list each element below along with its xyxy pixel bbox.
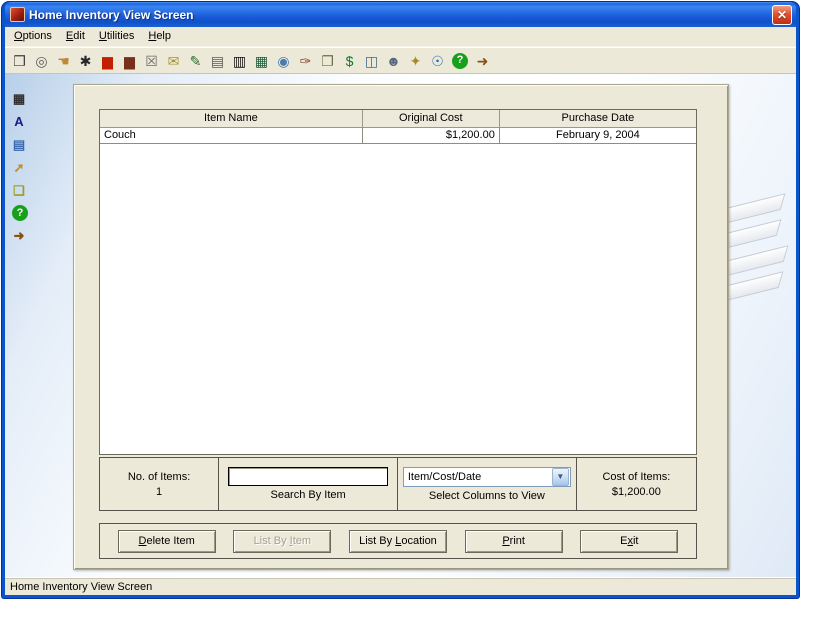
- title-bar: Home Inventory View Screen ✕: [5, 2, 796, 27]
- search-input[interactable]: [228, 467, 388, 486]
- menu-item-utilities[interactable]: Utilities: [92, 28, 141, 45]
- list-by-item-button[interactable]: List By Item: [233, 530, 331, 553]
- cell-item-name: Couch: [100, 127, 362, 143]
- brush-icon[interactable]: ✑: [296, 51, 315, 70]
- menu-label-part: ptions: [23, 30, 52, 42]
- main-panel: Item Name Original Cost Purchase Date Co…: [73, 84, 729, 570]
- search-section: Search By Item: [219, 458, 398, 510]
- archive-icon[interactable]: ❐: [318, 51, 337, 70]
- disc-icon[interactable]: ◉: [274, 51, 293, 70]
- note-icon[interactable]: ▤: [208, 51, 227, 70]
- cell-original-cost: $1,200.00: [362, 127, 499, 143]
- app-icon[interactable]: [10, 7, 25, 22]
- cell-purchase-date: February 9, 2004: [499, 127, 696, 143]
- window: Home Inventory View Screen ✕ Options Edi…: [2, 2, 799, 598]
- combobox-value: Item/Cost/Date: [404, 471, 552, 483]
- grid-icon[interactable]: ▦: [10, 90, 28, 107]
- window-title: Home Inventory View Screen: [29, 8, 768, 22]
- folder-image-icon[interactable]: ❏: [10, 182, 28, 199]
- items-count-value: 1: [156, 486, 162, 498]
- bug-icon[interactable]: ✱: [76, 51, 95, 70]
- font-icon[interactable]: A: [10, 113, 28, 130]
- print-button[interactable]: Print: [465, 530, 563, 553]
- print-icon[interactable]: ❒: [10, 51, 29, 70]
- car-icon[interactable]: ▆: [98, 51, 117, 70]
- help-icon[interactable]: ?: [12, 205, 28, 221]
- column-header-purchase-date: Purchase Date: [499, 110, 696, 127]
- folder-export-icon[interactable]: ➚: [10, 159, 28, 176]
- table-row[interactable]: Couch $1,200.00 February 9, 2004: [100, 127, 696, 143]
- columns-label: Select Columns to View: [429, 490, 545, 502]
- menu-item-edit[interactable]: Edit: [59, 28, 92, 45]
- hand-icon[interactable]: ☚: [54, 51, 73, 70]
- menu-label-part: dit: [73, 30, 85, 42]
- inventory-table-container: Item Name Original Cost Purchase Date Co…: [99, 109, 697, 455]
- barcode-icon[interactable]: ▥: [230, 51, 249, 70]
- mail-icon[interactable]: ✉: [164, 51, 183, 70]
- status-text: Home Inventory View Screen: [10, 581, 152, 593]
- menu-label-part: tilities: [107, 30, 135, 42]
- button-label: Exit: [620, 535, 638, 547]
- search-label: Search By Item: [270, 489, 345, 501]
- print-preview-icon[interactable]: ◎: [32, 51, 51, 70]
- table-header-row: Item Name Original Cost Purchase Date: [100, 110, 696, 127]
- button-label: Print: [502, 535, 525, 547]
- columns-section: Item/Cost/Date ▼ Select Columns to View: [398, 458, 577, 510]
- menu-label-part: U: [99, 30, 107, 42]
- buttons-panel: Delete Item List By Item List By Locatio…: [99, 523, 697, 559]
- cost-value: $1,200.00: [612, 486, 661, 498]
- truck-icon[interactable]: ▆: [120, 51, 139, 70]
- client-area: ▦ A ▤ ➚ ❏ ? ➜: [5, 74, 796, 577]
- menu-item-help[interactable]: Help: [141, 28, 178, 45]
- trash-icon[interactable]: ☒: [142, 51, 161, 70]
- button-label: List By Item: [254, 535, 311, 547]
- close-icon[interactable]: ✕: [772, 5, 792, 25]
- items-count-label: No. of Items:: [128, 471, 190, 483]
- help-icon[interactable]: ?: [452, 53, 468, 69]
- money-icon[interactable]: $: [340, 51, 359, 70]
- menu-item-options[interactable]: Options: [7, 28, 59, 45]
- ledger-icon[interactable]: ▦: [252, 51, 271, 70]
- panel-icon[interactable]: ▤: [10, 136, 28, 153]
- items-count-section: No. of Items: 1: [100, 458, 219, 510]
- exit-icon[interactable]: ➜: [473, 51, 492, 70]
- chevron-down-icon[interactable]: ▼: [552, 468, 569, 486]
- menu-label-part: O: [14, 30, 23, 42]
- delete-item-button[interactable]: Delete Item: [118, 530, 216, 553]
- button-label: List By Location: [359, 535, 437, 547]
- exit-icon[interactable]: ➜: [10, 227, 28, 244]
- edit-icon[interactable]: ✎: [186, 51, 205, 70]
- column-header-item-name: Item Name: [100, 110, 362, 127]
- sidebar-icons: ▦ A ▤ ➚ ❏ ? ➜: [10, 90, 30, 244]
- cost-label: Cost of Items:: [602, 471, 670, 483]
- toolbar: ❒ ◎ ☚ ✱ ▆ ▆ ☒ ✉ ✎ ▤ ▥ ▦ ◉ ✑ ❐ $ ◫ ☻ ✦ ☉ …: [5, 47, 796, 74]
- app-body: Options Edit Utilities Help ❒ ◎ ☚ ✱ ▆ ▆ …: [5, 27, 796, 595]
- menu-bar: Options Edit Utilities Help: [5, 27, 796, 47]
- person-icon[interactable]: ☻: [384, 51, 403, 70]
- columns-combobox[interactable]: Item/Cost/Date ▼: [403, 467, 571, 487]
- exit-button[interactable]: Exit: [580, 530, 678, 553]
- column-header-original-cost: Original Cost: [362, 110, 499, 127]
- list-by-location-button[interactable]: List By Location: [349, 530, 447, 553]
- status-bar: Home Inventory View Screen: [5, 577, 796, 595]
- chart-icon[interactable]: ◫: [362, 51, 381, 70]
- menu-label-part: elp: [156, 30, 171, 42]
- inventory-table: Item Name Original Cost Purchase Date Co…: [100, 110, 696, 144]
- cost-section: Cost of Items: $1,200.00: [577, 458, 696, 510]
- button-label: Delete Item: [139, 535, 195, 547]
- globe-icon[interactable]: ☉: [428, 51, 447, 70]
- info-panel: No. of Items: 1 Search By Item Item/Cost…: [99, 457, 697, 511]
- lock-icon[interactable]: ✦: [406, 51, 425, 70]
